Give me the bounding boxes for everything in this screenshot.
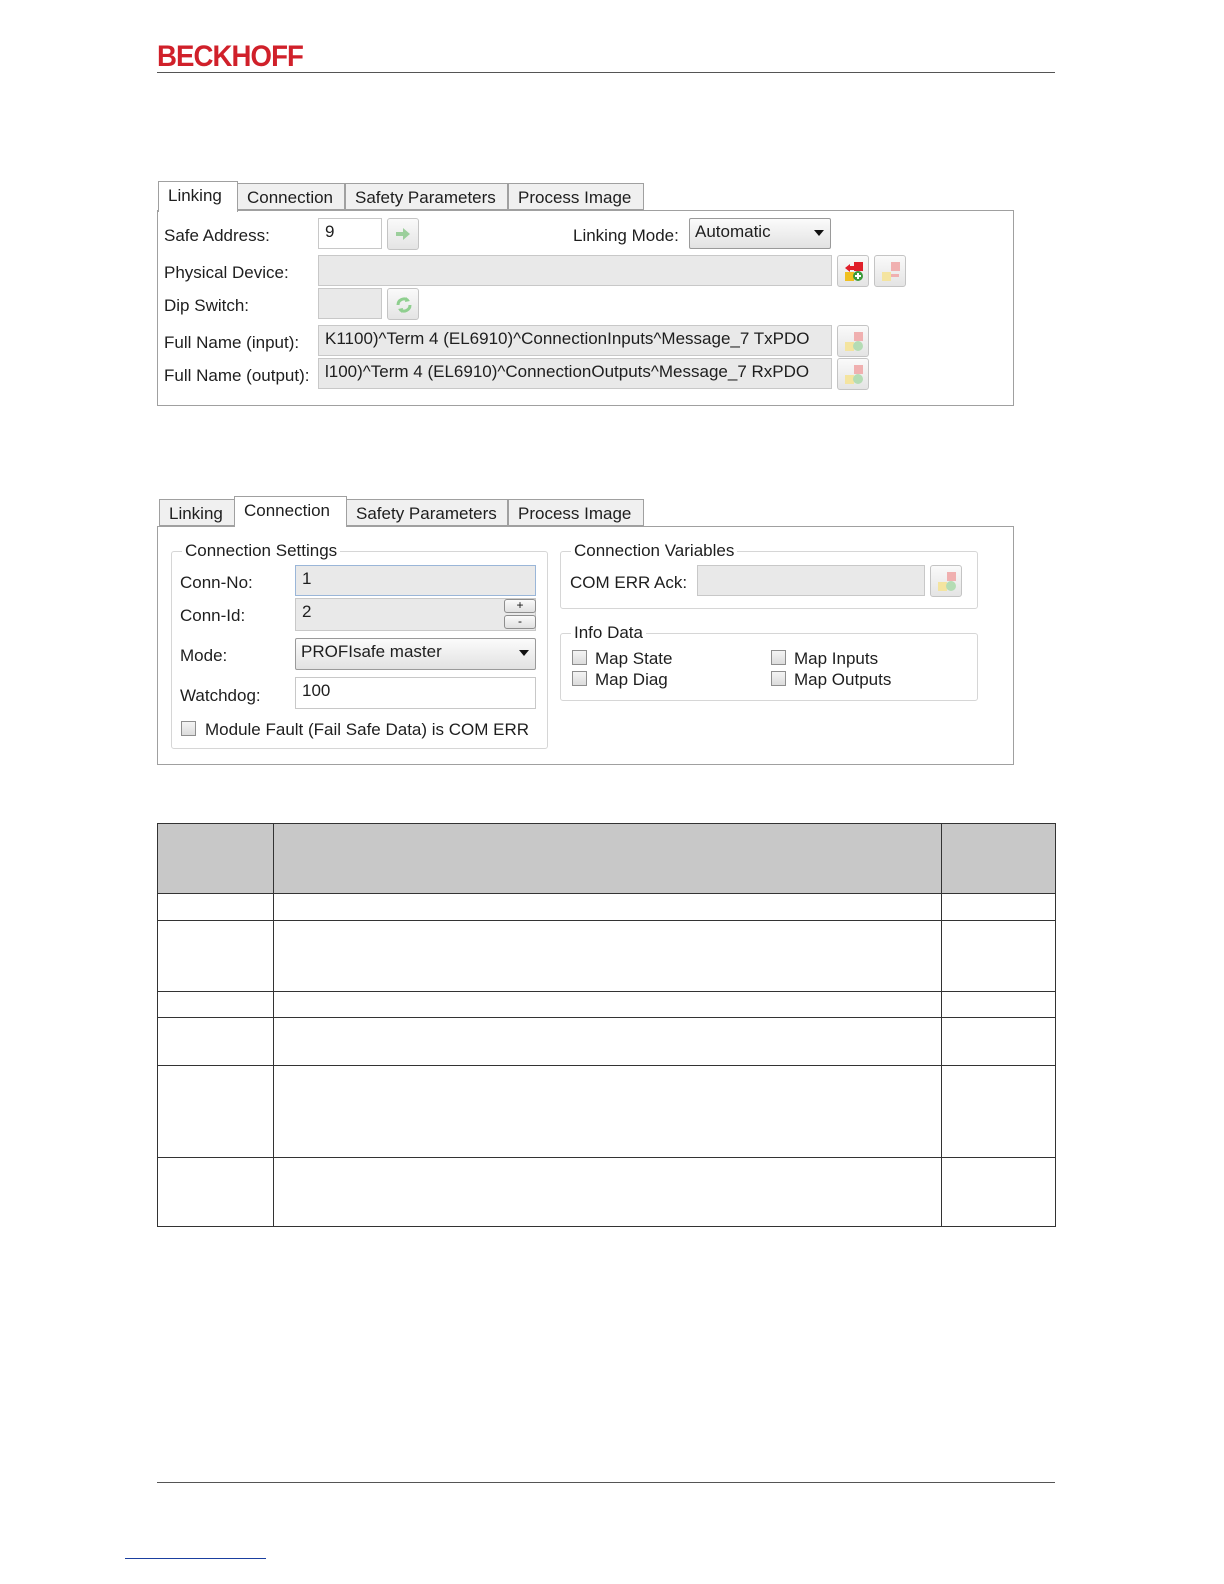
watchdog-label: Watchdog: <box>180 686 261 705</box>
com-err-ack-link-button[interactable] <box>930 565 962 597</box>
linking-mode-label: Linking Mode: <box>573 226 679 245</box>
dip-switch-label: Dip Switch: <box>164 296 250 315</box>
table-cell <box>273 893 942 921</box>
tab-safety-parameters[interactable]: Safety Parameters <box>345 183 508 210</box>
table-cell <box>941 1017 1056 1066</box>
table-cell <box>941 991 1056 1018</box>
linking-mode-select[interactable]: Automatic <box>689 218 831 249</box>
table-header-cell <box>157 823 274 894</box>
physical-device-label: Physical Device: <box>164 263 289 282</box>
safe-address-apply-button[interactable] <box>387 218 419 250</box>
link-output-button[interactable] <box>837 358 869 390</box>
com-err-ack-field[interactable] <box>697 565 925 596</box>
beckhoff-logo: BECKHOFF <box>157 40 304 73</box>
safe-address-input[interactable]: 9 <box>318 218 382 249</box>
full-name-input-field[interactable]: K1100)^Term 4 (EL6910)^ConnectionInputs^… <box>318 325 832 356</box>
table-row <box>157 991 1056 1018</box>
table-cell <box>157 1017 274 1066</box>
chevron-down-icon <box>814 230 824 236</box>
table-cell <box>941 1157 1056 1227</box>
safe-address-label: Safe Address: <box>164 226 270 245</box>
tab-safety-parameters[interactable]: Safety Parameters <box>346 499 508 526</box>
map-inputs-checkbox[interactable] <box>771 650 786 665</box>
table-header-cell <box>273 823 942 894</box>
module-fault-label: Module Fault (Fail Safe Data) is COM ERR <box>205 720 530 739</box>
table-cell <box>157 1065 274 1158</box>
clear-link-icon <box>882 262 900 281</box>
mode-value: PROFIsafe master <box>301 642 442 661</box>
table-row <box>157 893 1056 921</box>
green-arrow-icon <box>396 228 410 240</box>
tab-process-image[interactable]: Process Image <box>508 499 644 526</box>
watchdog-input[interactable]: 100 <box>295 677 536 709</box>
table-cell <box>273 920 942 992</box>
table-cell <box>157 1157 274 1227</box>
map-state-checkbox[interactable] <box>572 650 587 665</box>
tab-linking[interactable]: Linking <box>158 181 238 212</box>
table-cell <box>273 991 942 1018</box>
table-row <box>157 1017 1056 1066</box>
link-variable-icon <box>845 332 863 351</box>
tab-process-image[interactable]: Process Image <box>508 183 644 210</box>
link-input-button[interactable] <box>837 325 869 357</box>
map-inputs-label: Map Inputs <box>794 649 879 668</box>
full-name-output-field[interactable]: l100)^Term 4 (EL6910)^ConnectionOutputs^… <box>318 358 832 389</box>
mode-label: Mode: <box>180 646 228 665</box>
tab-connection[interactable]: Connection <box>237 183 345 210</box>
table-cell <box>157 991 274 1018</box>
table-cell <box>273 1065 942 1158</box>
conn-no-label: Conn-No: <box>180 573 253 592</box>
conn-id-label: Conn-Id: <box>180 606 246 625</box>
table-row <box>157 1157 1056 1227</box>
parameter-table <box>157 823 1056 1227</box>
table-header-cell <box>941 823 1056 894</box>
clear-device-button[interactable] <box>874 255 906 287</box>
connection-variables-title: Connection Variables <box>571 541 738 561</box>
table-cell <box>941 1065 1056 1158</box>
linking-mode-value: Automatic <box>695 222 771 241</box>
table-cell <box>273 1157 942 1227</box>
table-row <box>157 920 1056 992</box>
footer-link-underline[interactable] <box>125 1558 266 1559</box>
chevron-down-icon <box>519 650 529 656</box>
table-header-row <box>157 823 1056 894</box>
conn-id-increment-button[interactable]: + <box>504 599 536 613</box>
tab-linking[interactable]: Linking <box>159 499 235 526</box>
link-variable-icon <box>938 572 956 591</box>
table-row <box>157 1065 1056 1158</box>
dip-switch-field[interactable] <box>318 288 382 319</box>
dip-switch-refresh-button[interactable] <box>387 288 419 320</box>
table-cell <box>941 893 1056 921</box>
refresh-icon <box>396 297 412 313</box>
module-fault-checkbox[interactable] <box>181 721 196 736</box>
mode-select[interactable]: PROFIsafe master <box>295 638 536 670</box>
physical-device-field[interactable] <box>318 255 832 286</box>
tab-connection[interactable]: Connection <box>234 496 347 527</box>
conn-id-field[interactable]: 2 <box>295 598 536 631</box>
map-outputs-checkbox[interactable] <box>771 671 786 686</box>
table-cell <box>157 920 274 992</box>
link-variable-icon <box>845 365 863 384</box>
table-cell <box>941 920 1056 992</box>
table-cell <box>273 1017 942 1066</box>
link-device-button[interactable] <box>837 255 869 287</box>
link-variable-icon <box>845 262 863 281</box>
map-outputs-label: Map Outputs <box>794 670 892 689</box>
connection-settings-title: Connection Settings <box>182 541 341 561</box>
footer-rule <box>157 1482 1055 1483</box>
com-err-ack-label: COM ERR Ack: <box>570 573 688 592</box>
map-diag-checkbox[interactable] <box>572 671 587 686</box>
map-state-label: Map State <box>595 649 673 668</box>
full-name-input-label: Full Name (input): <box>164 333 300 352</box>
conn-id-decrement-button[interactable]: - <box>504 615 536 629</box>
full-name-output-label: Full Name (output): <box>164 366 310 385</box>
table-cell <box>157 893 274 921</box>
map-diag-label: Map Diag <box>595 670 668 689</box>
header-rule <box>157 72 1055 73</box>
conn-no-field[interactable]: 1 <box>295 565 536 596</box>
info-data-title: Info Data <box>571 623 646 643</box>
